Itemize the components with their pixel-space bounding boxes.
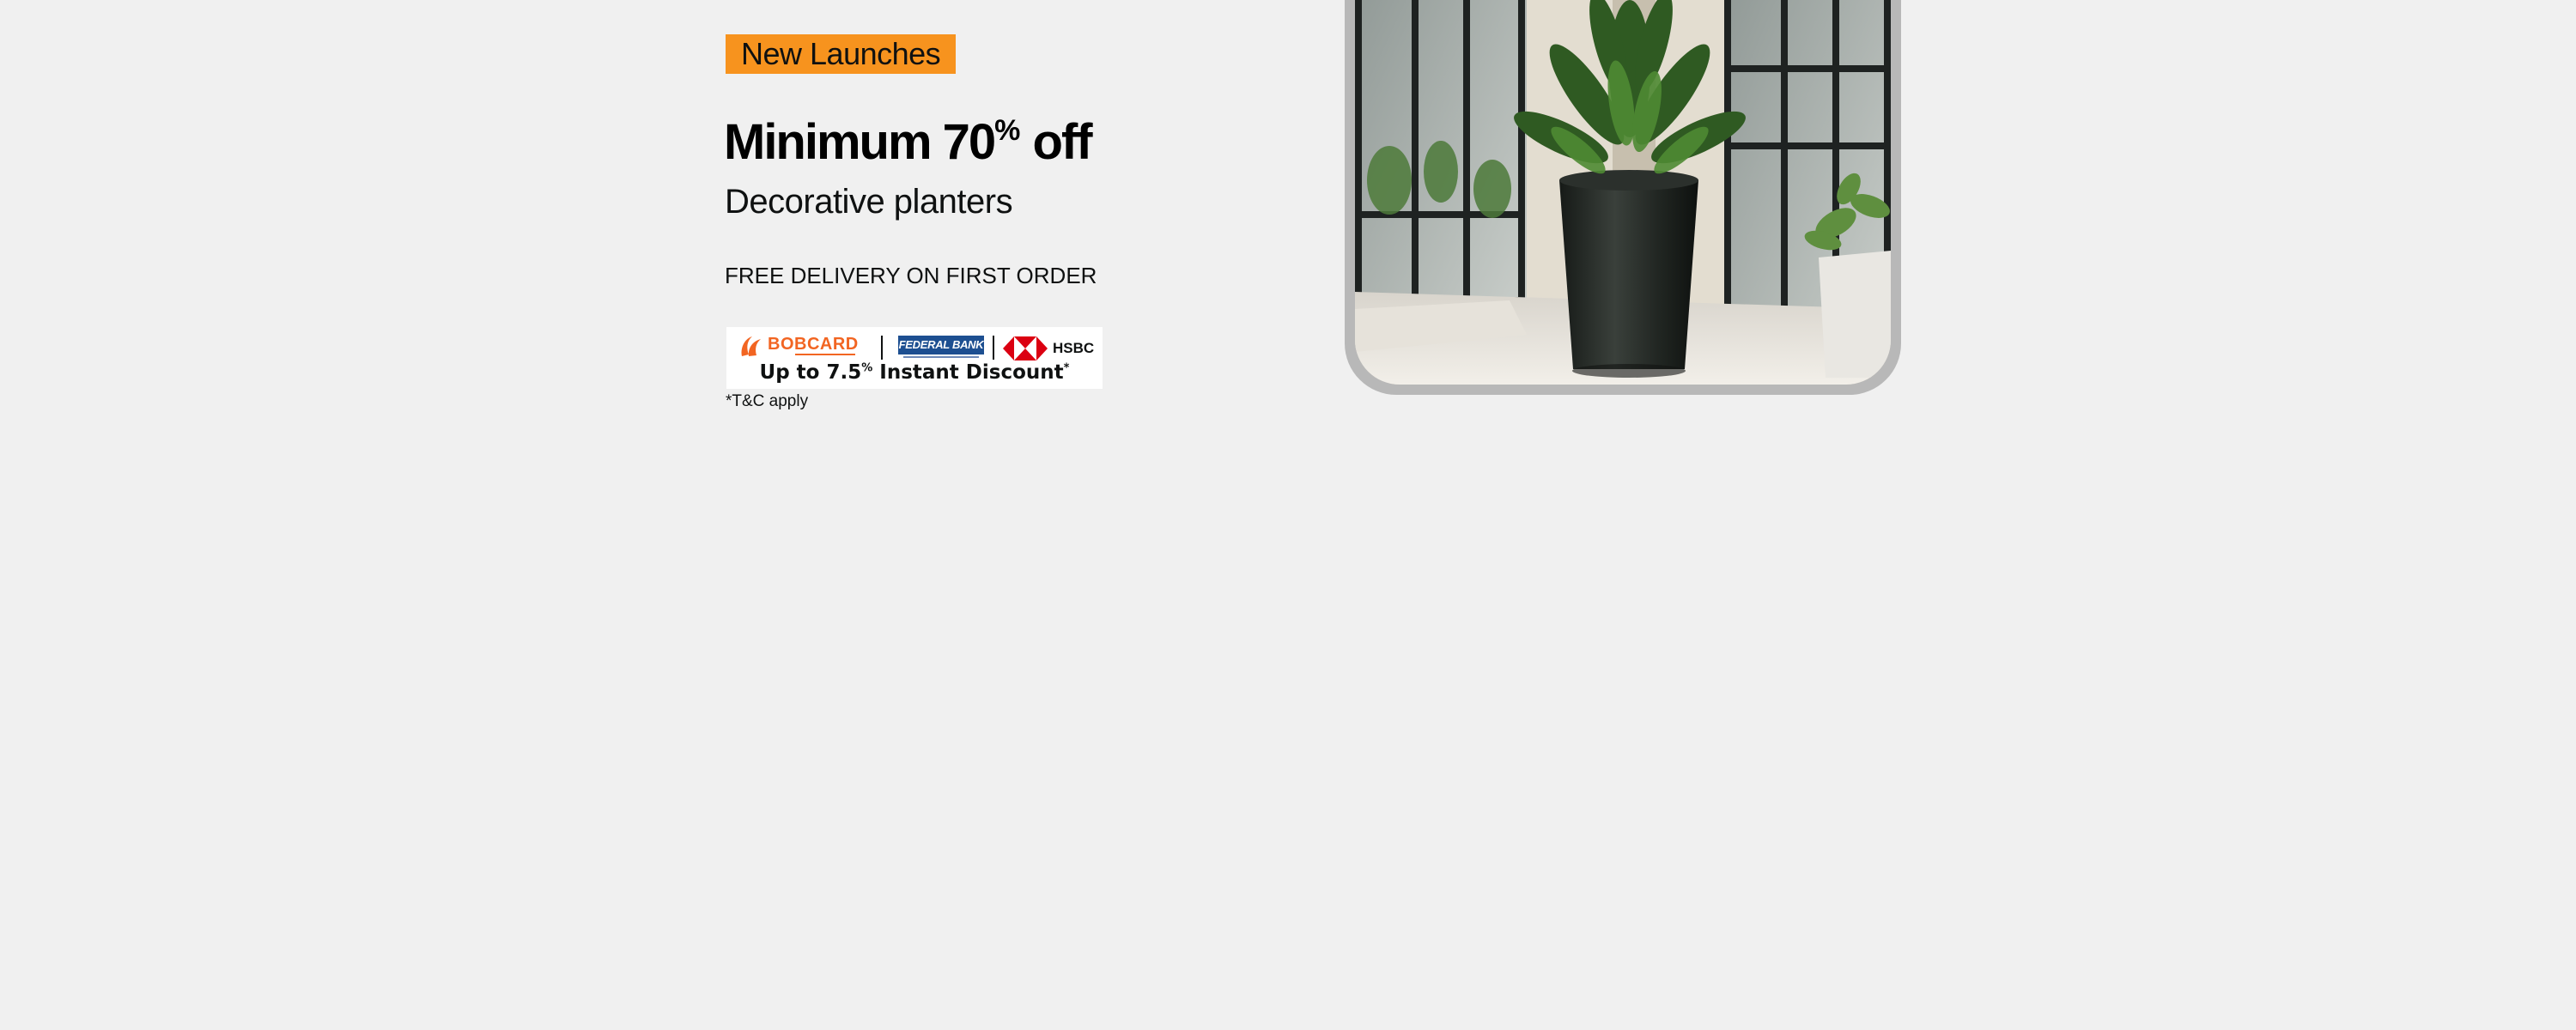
bank-logos-row: BOBCARD FEDERAL BANK HSBC [726,330,1103,361]
hsbc-hexagon-icon [1003,336,1048,360]
free-delivery-note: FREE DELIVERY ON FIRST ORDER [725,263,1097,288]
logo-divider [881,336,883,360]
bank-offer-banner[interactable]: BOBCARD FEDERAL BANK HSBC Up to 7.5% Ins… [726,327,1103,389]
bobcard-name: BOBCARD [768,335,859,354]
discount-asterisk: * [1063,361,1070,375]
terms-note: *T&C apply [726,392,809,410]
bobcard-tagline-bar [795,354,855,355]
new-launches-badge: New Launches [726,34,957,74]
discount-percent: % [861,361,873,375]
discount-headline: Minimum 70% off [724,96,1093,177]
headline-suffix: off [1020,114,1093,170]
bobcard-logo-icon: BOBCARD [738,334,876,360]
product-category-title: Decorative planters [725,183,1013,221]
federal-bank-tagline-bar [903,356,979,358]
discount-main: Up to 7.5 [759,361,862,384]
discount-suffix: Instant Discount [872,361,1064,384]
federal-bank-name: FEDERAL BANK [898,336,984,354]
logo-divider [993,336,994,360]
hsbc-name: HSBC [1053,340,1095,356]
hsbc-logo-icon: HSBC [1003,336,1097,360]
planter-illustration [1355,0,1891,385]
product-image-frame[interactable] [1345,0,1901,395]
headline-percent: % [994,114,1021,147]
instant-discount-text: Up to 7.5% Instant Discount* [726,360,1103,385]
headline-text: Minimum 70 [724,114,996,170]
potted-plant-image[interactable] [1355,0,1891,385]
bobcard-emblem-icon [741,336,761,356]
federal-bank-logo-icon: FEDERAL BANK [898,336,984,360]
